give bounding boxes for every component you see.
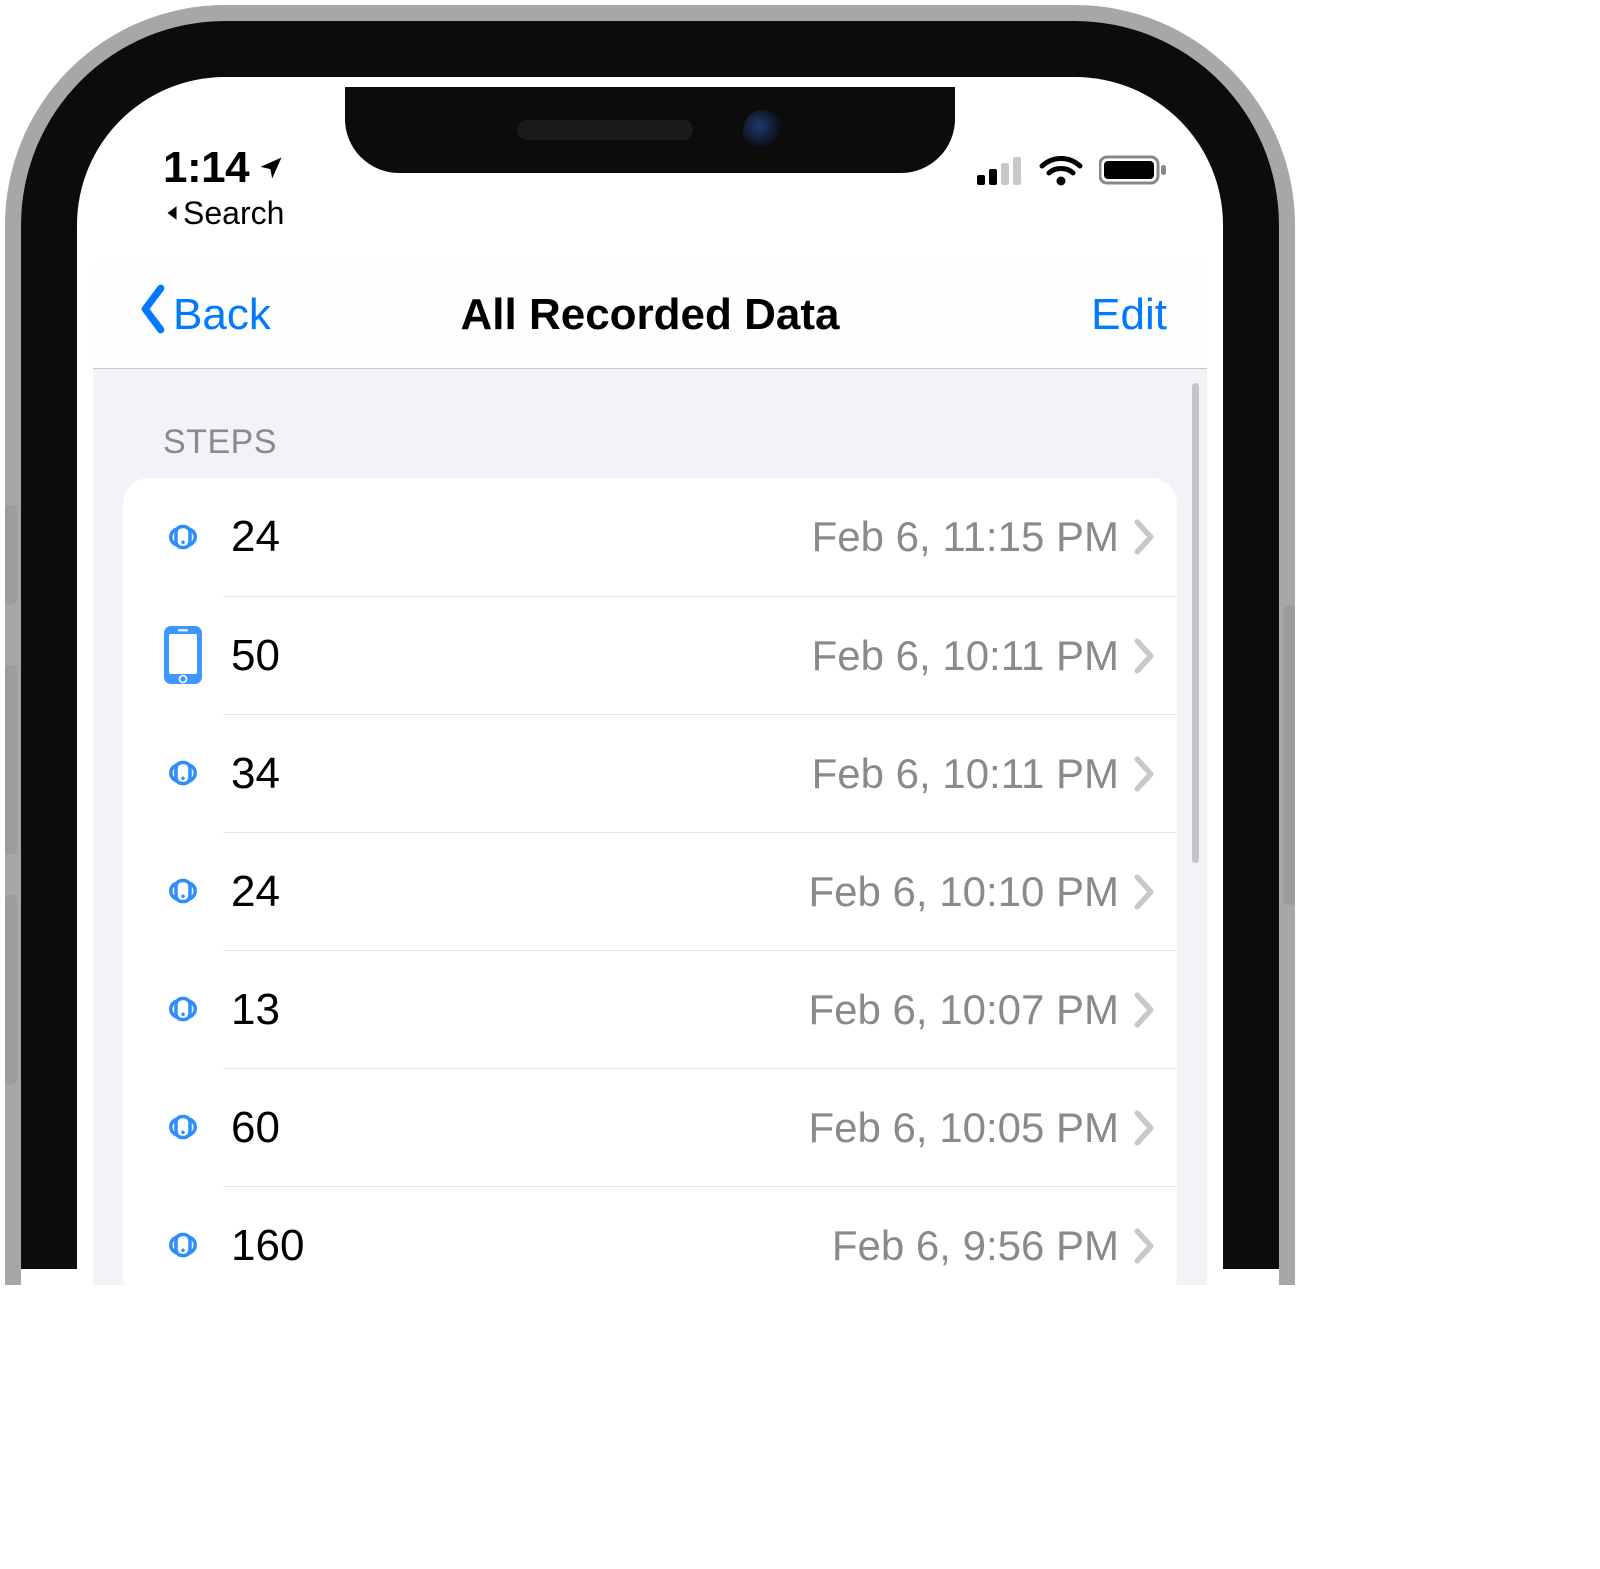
row-main: 13 Feb 6, 10:07 PM [223,950,1177,1068]
back-button[interactable]: Back [133,283,271,346]
scrollbar[interactable] [1192,383,1199,863]
list-item[interactable]: 34 Feb 6, 10:11 PM [123,714,1177,832]
watch-icon [143,981,223,1037]
chevron-left-icon [133,283,173,346]
steps-timestamp: Feb 6, 11:15 PM [812,513,1119,561]
list-item[interactable]: 60 Feb 6, 10:05 PM [123,1068,1177,1186]
steps-value: 160 [231,1221,304,1271]
list-item[interactable]: 24 Feb 6, 10:10 PM [123,832,1177,950]
cellular-icon [977,155,1023,190]
nav-bar: Back All Recorded Data Edit [93,261,1207,369]
location-icon [257,143,285,193]
speaker-grill [517,120,693,140]
steps-timestamp: Feb 6, 10:11 PM [812,750,1119,798]
row-main: 24 Feb 6, 10:10 PM [223,832,1177,950]
steps-value: 24 [231,867,280,917]
chevron-right-icon [1133,991,1155,1029]
chevron-right-icon [1133,873,1155,911]
steps-timestamp: Feb 6, 10:07 PM [808,986,1119,1034]
watch-icon [143,1099,223,1155]
steps-value: 34 [231,749,280,799]
chevron-right-icon [1133,1227,1155,1265]
section-header: STEPS [163,423,1177,462]
row-main: 24 Feb 6, 11:15 PM [223,478,1177,596]
battery-icon [1099,154,1167,191]
steps-value: 13 [231,985,280,1035]
content-scroll[interactable]: STEPS 24 Feb 6, 11:15 PM 50 Feb 6, 10:11 PM… [93,369,1207,1285]
watch-icon [143,1217,223,1273]
device-frame: 1:14 Search [5,5,1295,1285]
volume-up-button [5,665,17,855]
chevron-right-icon [1133,637,1155,675]
steps-value: 24 [231,512,280,562]
watch-icon [143,863,223,919]
row-main: 34 Feb 6, 10:11 PM [223,714,1177,832]
power-button [1283,605,1295,905]
steps-timestamp: Feb 6, 10:05 PM [808,1104,1119,1152]
steps-timestamp: Feb 6, 9:56 PM [832,1222,1119,1270]
wifi-icon [1039,154,1083,191]
row-main: 160 Feb 6, 9:56 PM [223,1186,1177,1285]
watch-icon [143,745,223,801]
steps-list: 24 Feb 6, 11:15 PM 50 Feb 6, 10:11 PM 34 Feb … [123,478,1177,1285]
notch [345,87,955,173]
chevron-right-icon [1133,755,1155,793]
status-breadcrumb-label: Search [183,195,284,232]
status-time: 1:14 [163,143,249,193]
row-main: 60 Feb 6, 10:05 PM [223,1068,1177,1186]
list-item[interactable]: 160 Feb 6, 9:56 PM [123,1186,1177,1285]
chevron-right-icon [1133,518,1155,556]
steps-value: 60 [231,1103,280,1153]
volume-down-button [5,895,17,1085]
edit-button[interactable]: Edit [1091,290,1167,340]
watch-icon [143,509,223,565]
row-main: 50 Feb 6, 10:11 PM [223,596,1177,714]
status-breadcrumb[interactable]: Search [163,195,284,232]
steps-value: 50 [231,631,280,681]
phone-icon [143,623,223,687]
chevron-right-icon [1133,1109,1155,1147]
back-label: Back [173,290,271,340]
list-item[interactable]: 24 Feb 6, 11:15 PM [123,478,1177,596]
list-item[interactable]: 50 Feb 6, 10:11 PM [123,596,1177,714]
steps-timestamp: Feb 6, 10:10 PM [808,868,1119,916]
screen: 1:14 Search [93,93,1207,1285]
mute-switch [5,505,17,605]
list-item[interactable]: 13 Feb 6, 10:07 PM [123,950,1177,1068]
steps-timestamp: Feb 6, 10:11 PM [812,632,1119,680]
front-camera [743,110,783,150]
